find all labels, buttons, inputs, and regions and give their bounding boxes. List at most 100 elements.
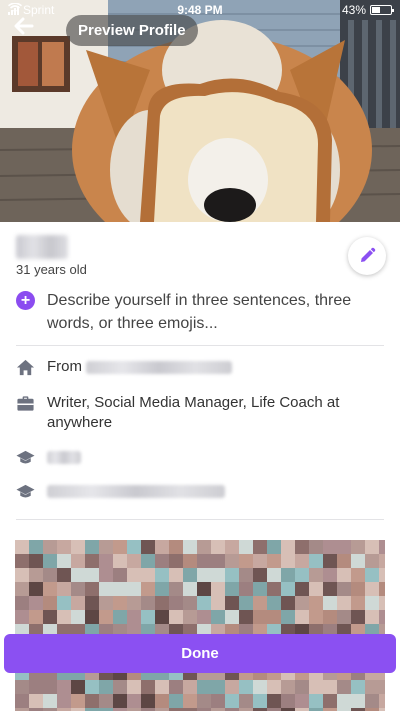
hometown-row: From xyxy=(16,357,386,377)
status-right: 43% xyxy=(341,3,394,17)
done-button[interactable]: Done xyxy=(4,634,396,673)
mosaic-pixel xyxy=(183,582,197,596)
mosaic-pixel xyxy=(309,610,323,624)
mosaic-pixel xyxy=(141,596,155,610)
mosaic-pixel xyxy=(281,554,295,568)
mosaic-pixel xyxy=(155,596,169,610)
mosaic-pixel xyxy=(309,596,323,610)
mosaic-pixel xyxy=(351,596,365,610)
mosaic-pixel xyxy=(337,694,351,708)
edit-profile-button[interactable] xyxy=(348,237,386,275)
mosaic-pixel xyxy=(57,554,71,568)
mosaic-pixel xyxy=(239,694,253,708)
mosaic-pixel xyxy=(211,582,225,596)
mosaic-pixel xyxy=(197,596,211,610)
mosaic-pixel xyxy=(155,610,169,624)
profile-age: 31 years old xyxy=(16,262,87,277)
profile-photo-pixelated xyxy=(15,540,385,711)
mosaic-pixel xyxy=(337,568,351,582)
mosaic-pixel xyxy=(323,680,337,694)
mosaic-pixel xyxy=(43,694,57,708)
graduation-cap-icon xyxy=(16,484,35,498)
mosaic-pixel xyxy=(323,596,337,610)
mosaic-pixel xyxy=(85,680,99,694)
battery-percent: 43% xyxy=(341,3,366,17)
mosaic-pixel xyxy=(379,694,385,708)
mosaic-pixel xyxy=(155,582,169,596)
mosaic-pixel xyxy=(43,596,57,610)
mosaic-pixel xyxy=(211,680,225,694)
mosaic-pixel xyxy=(169,610,183,624)
mosaic-pixel xyxy=(211,596,225,610)
mosaic-pixel xyxy=(239,582,253,596)
mosaic-pixel xyxy=(113,596,127,610)
mosaic-pixel xyxy=(141,568,155,582)
status-time: 9:48 PM xyxy=(177,3,223,17)
mosaic-pixel xyxy=(71,540,85,554)
mosaic-pixel xyxy=(127,680,141,694)
add-bio-prompt[interactable]: + Describe yourself in three sentences, … xyxy=(16,289,386,335)
mosaic-pixel xyxy=(295,568,309,582)
mosaic-pixel xyxy=(43,540,57,554)
mosaic-pixel xyxy=(379,582,385,596)
school-value-redacted xyxy=(47,484,225,498)
mosaic-pixel xyxy=(85,582,99,596)
mosaic-pixel xyxy=(99,582,113,596)
hometown-label: From xyxy=(47,358,82,375)
mosaic-pixel xyxy=(281,582,295,596)
mosaic-pixel xyxy=(239,610,253,624)
occupation-text: Writer, Social Media Manager, Life Coach… xyxy=(47,394,340,431)
mosaic-pixel xyxy=(351,554,365,568)
back-button[interactable] xyxy=(14,17,48,45)
mosaic-pixel xyxy=(155,694,169,708)
mosaic-pixel xyxy=(239,680,253,694)
mosaic-pixel xyxy=(43,582,57,596)
mosaic-pixel xyxy=(211,610,225,624)
mosaic-pixel xyxy=(323,694,337,708)
mosaic-pixel xyxy=(15,610,29,624)
mosaic-pixel xyxy=(309,554,323,568)
mosaic-pixel xyxy=(169,680,183,694)
briefcase-icon xyxy=(17,396,34,411)
mosaic-pixel xyxy=(113,540,127,554)
mosaic-pixel xyxy=(141,680,155,694)
mosaic-pixel xyxy=(169,540,183,554)
mosaic-pixel xyxy=(323,582,337,596)
mosaic-pixel xyxy=(281,680,295,694)
mosaic-pixel xyxy=(253,582,267,596)
mosaic-pixel xyxy=(295,680,309,694)
profile-cover-photo: Sprint 9:48 PM 43% Preview Profile xyxy=(0,0,400,222)
mosaic-pixel xyxy=(211,554,225,568)
mosaic-pixel xyxy=(239,596,253,610)
mosaic-pixel xyxy=(281,540,295,554)
mosaic-pixel xyxy=(29,568,43,582)
mosaic-pixel xyxy=(337,554,351,568)
mosaic-pixel xyxy=(337,540,351,554)
mosaic-pixel xyxy=(183,610,197,624)
mosaic-pixel xyxy=(57,694,71,708)
mosaic-pixel xyxy=(127,540,141,554)
mosaic-pixel xyxy=(267,568,281,582)
mosaic-pixel xyxy=(99,596,113,610)
mosaic-pixel xyxy=(225,554,239,568)
education-row-2 xyxy=(16,481,386,501)
mosaic-pixel xyxy=(225,596,239,610)
mosaic-pixel xyxy=(365,610,379,624)
mosaic-pixel xyxy=(43,610,57,624)
mosaic-pixel xyxy=(253,694,267,708)
mosaic-pixel xyxy=(169,568,183,582)
mosaic-pixel xyxy=(15,694,29,708)
mosaic-pixel xyxy=(365,582,379,596)
mosaic-pixel xyxy=(15,568,29,582)
mosaic-pixel xyxy=(43,568,57,582)
mosaic-pixel xyxy=(113,568,127,582)
mosaic-pixel xyxy=(337,582,351,596)
mosaic-pixel xyxy=(29,582,43,596)
mosaic-pixel xyxy=(379,680,385,694)
mosaic-pixel xyxy=(309,582,323,596)
mosaic-pixel xyxy=(351,568,365,582)
plus-circle-icon: + xyxy=(16,291,35,310)
bio-prompt-text: Describe yourself in three sentences, th… xyxy=(47,292,352,332)
mosaic-pixel xyxy=(85,694,99,708)
mosaic-pixel xyxy=(127,582,141,596)
